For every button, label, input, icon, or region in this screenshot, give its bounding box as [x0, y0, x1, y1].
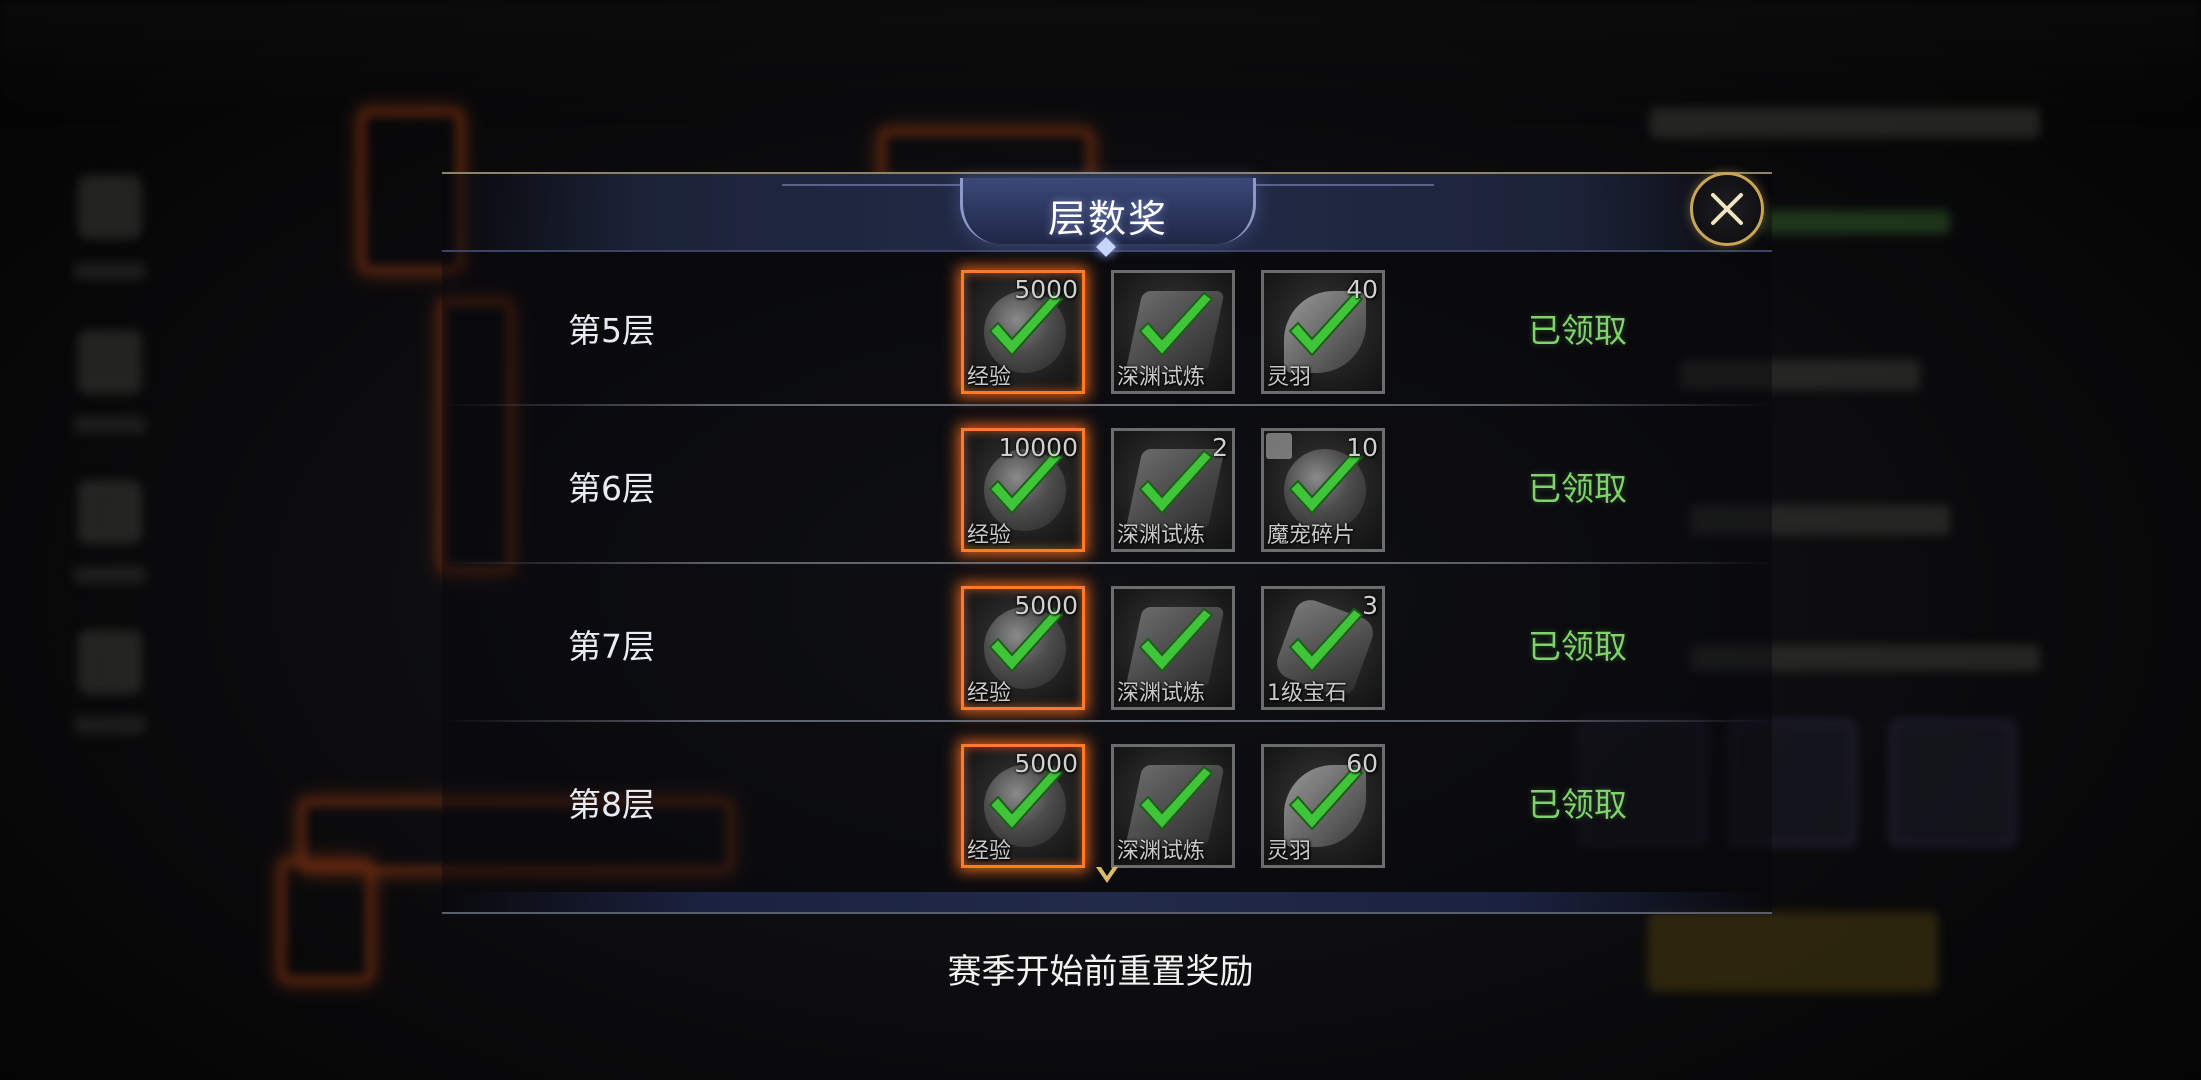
- item-count: 5000: [1014, 591, 1078, 620]
- background-side-icon: [78, 480, 142, 544]
- reward-item-slot[interactable]: 3 1级宝石: [1261, 586, 1385, 710]
- reward-item-slot[interactable]: 40 灵羽: [1261, 270, 1385, 394]
- claimed-status: 已领取: [1528, 469, 1627, 508]
- item-name: 经验: [967, 365, 1012, 390]
- floor-label: 第8层: [568, 785, 655, 824]
- reward-row: 第8层 5000 经验 深渊试炼 60 灵羽 已领取: [442, 722, 1772, 880]
- item-count: 10000: [998, 433, 1078, 462]
- scroll-down-arrow-icon: [1096, 867, 1118, 883]
- item-name: 深渊试炼: [1117, 839, 1206, 864]
- reward-row: 第6层 10000 经验 2 深渊试炼 10 魔宠碎片 已领取: [442, 406, 1772, 564]
- item-name: 灵羽: [1267, 839, 1312, 864]
- reward-item-slot[interactable]: 5000 经验: [961, 270, 1085, 394]
- claimed-status: 已领取: [1528, 627, 1627, 666]
- item-name: 灵羽: [1267, 365, 1312, 390]
- item-name: 深渊试炼: [1117, 681, 1206, 706]
- floor-reward-dialog: 层数奖 第5层 5000 经验 深渊试炼 40 灵羽 已领取 第6层 10000 经验 2 深渊试炼 1…: [442, 172, 1772, 914]
- item-count: 5000: [1014, 749, 1078, 778]
- background-side-label: [74, 566, 146, 584]
- floor-label: 第7层: [568, 627, 655, 666]
- background-side-icon: [78, 630, 142, 694]
- close-button[interactable]: [1690, 172, 1764, 246]
- item-name: 经验: [967, 523, 1012, 548]
- item-count: 3: [1362, 591, 1378, 620]
- item-name: 深渊试炼: [1117, 365, 1206, 390]
- item-name: 深渊试炼: [1117, 523, 1206, 548]
- reward-item-slot[interactable]: 10000 经验: [961, 428, 1085, 552]
- item-count: 5000: [1014, 275, 1078, 304]
- item-count: 10: [1346, 433, 1378, 462]
- item-count: 40: [1346, 275, 1378, 304]
- background-progress-bar: [1760, 210, 1950, 234]
- background-side-label: [74, 262, 146, 280]
- item-name: 经验: [967, 681, 1012, 706]
- item-name: 魔宠碎片: [1267, 523, 1356, 548]
- reward-item-slot[interactable]: 60 灵羽: [1261, 744, 1385, 868]
- reward-item-slot[interactable]: 深渊试炼: [1111, 270, 1235, 394]
- background-side-label: [74, 416, 146, 434]
- reward-row: 第7层 5000 经验 深渊试炼 3 1级宝石 已领取: [442, 564, 1772, 722]
- item-count: 60: [1346, 749, 1378, 778]
- reset-notice: 赛季开始前重置奖励: [947, 952, 1254, 992]
- reward-item-slot[interactable]: 10 魔宠碎片: [1261, 428, 1385, 552]
- reward-item-slot[interactable]: 5000 经验: [961, 586, 1085, 710]
- dialog-title: 层数奖: [1047, 197, 1168, 241]
- claimed-status: 已领取: [1528, 785, 1627, 824]
- background-side-icon: [78, 175, 142, 239]
- background-top-bar: [0, 0, 2201, 120]
- floor-label: 第5层: [568, 311, 655, 350]
- background-side-label: [74, 716, 146, 734]
- reward-item-slot[interactable]: 5000 经验: [961, 744, 1085, 868]
- item-name: 经验: [967, 839, 1012, 864]
- reward-item-slot[interactable]: 深渊试炼: [1111, 586, 1235, 710]
- dialog-bottom-bar: [442, 892, 1772, 914]
- item-count: 2: [1212, 433, 1228, 462]
- close-icon: [1711, 193, 1743, 225]
- reward-item-slot[interactable]: 深渊试炼: [1111, 744, 1235, 868]
- background-panel-bar: [1650, 108, 2040, 138]
- background-side-icon: [78, 330, 142, 394]
- floor-label: 第6层: [568, 469, 655, 508]
- background-reward-slot: [1890, 720, 2016, 846]
- item-name: 1级宝石: [1267, 681, 1347, 706]
- header-ornament-left: [782, 184, 962, 212]
- header-ornament-right: [1254, 184, 1434, 212]
- reward-item-slot[interactable]: 2 深渊试炼: [1111, 428, 1235, 552]
- reward-row: 第5层 5000 经验 深渊试炼 40 灵羽 已领取: [442, 248, 1772, 406]
- game-screen: 层数奖 第5层 5000 经验 深渊试炼 40 灵羽 已领取 第6层 10000 经验 2 深渊试炼 1…: [0, 0, 2201, 1080]
- claimed-status: 已领取: [1528, 311, 1627, 350]
- dialog-header: 层数奖: [442, 172, 1772, 257]
